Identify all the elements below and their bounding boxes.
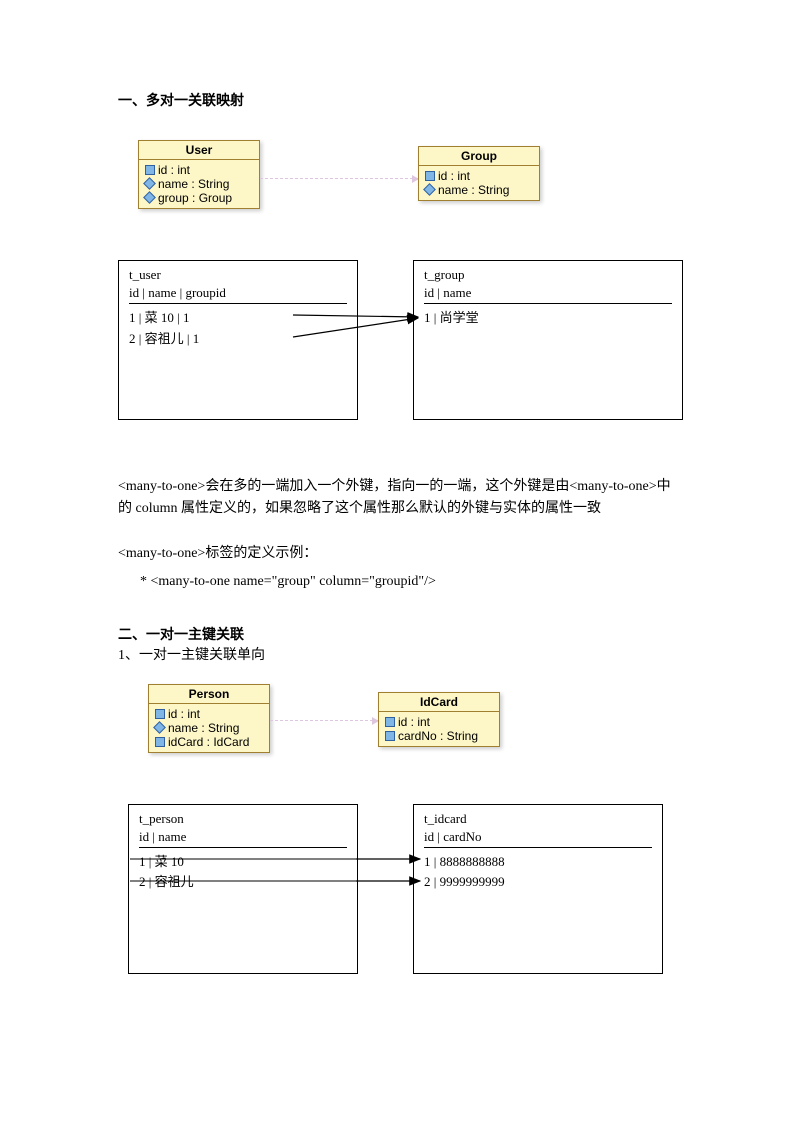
attr-icon <box>145 165 155 175</box>
uml-attr: id : int <box>168 707 200 721</box>
uml-attr: name : String <box>158 177 229 191</box>
uml-attr: name : String <box>438 183 509 197</box>
table-row: 2 | 容祖儿 | 1 <box>129 329 347 350</box>
table-name: t_idcard <box>424 811 652 827</box>
table-t-person: t_person id | name 1 | 菜 10 2 | 容祖儿 <box>128 804 358 974</box>
table-t-user: t_user id | name | groupid 1 | 菜 10 | 1 … <box>118 260 358 420</box>
table-name: t_user <box>129 267 347 283</box>
section1-heading: 一、多对一关联映射 <box>118 90 682 110</box>
uml-attr: id : int <box>398 715 430 729</box>
uml-user: User id : int name : String group : Grou… <box>138 140 260 209</box>
attr-icon <box>143 191 156 204</box>
table-t-idcard: t_idcard id | cardNo 1 | 8888888888 2 | … <box>413 804 663 974</box>
table-row: 2 | 9999999999 <box>424 872 652 893</box>
uml-idcard-title: IdCard <box>379 693 499 712</box>
attr-icon <box>425 171 435 181</box>
uml-arrow-icon <box>260 178 418 179</box>
uml-attr: cardNo : String <box>398 729 478 743</box>
uml-attr: group : Group <box>158 191 232 205</box>
table-name: t_person <box>139 811 347 827</box>
uml-group: Group id : int name : String <box>418 146 540 201</box>
table-header: id | name | groupid <box>129 285 347 304</box>
section2-heading: 二、一对一主键关联 <box>118 624 682 644</box>
attr-icon <box>385 717 395 727</box>
attr-icon <box>155 737 165 747</box>
table-row: 1 | 尚学堂 <box>424 308 672 329</box>
uml-user-title: User <box>139 141 259 160</box>
section2-sub: 1、一对一主键关联单向 <box>118 644 682 664</box>
attr-icon <box>423 183 436 196</box>
attr-icon <box>153 721 166 734</box>
table-t-group: t_group id | name 1 | 尚学堂 <box>413 260 683 420</box>
paragraph: <many-to-one>标签的定义示例： <box>118 543 682 565</box>
uml-attr: id : int <box>158 163 190 177</box>
uml-attr: id : int <box>438 169 470 183</box>
attr-icon <box>143 177 156 190</box>
uml-attr: idCard : IdCard <box>168 735 249 749</box>
table-header: id | name <box>139 829 347 848</box>
uml-attr: name : String <box>168 721 239 735</box>
uml-row-1: User id : int name : String group : Grou… <box>118 140 682 240</box>
attr-icon <box>155 709 165 719</box>
paragraph: <many-to-one>会在多的一端加入一个外键，指向一的一端，这个外键是由<… <box>118 476 682 521</box>
table-row: 1 | 菜 10 <box>139 852 347 873</box>
code-example: * <many-to-one name="group" column="grou… <box>118 571 682 593</box>
table-row: 1 | 8888888888 <box>424 852 652 873</box>
table-name: t_group <box>424 267 672 283</box>
table-row: 2 | 容祖儿 <box>139 872 347 893</box>
uml-row-2: Person id : int name : String idCard : I… <box>118 684 682 784</box>
attr-icon <box>385 731 395 741</box>
uml-arrow-icon <box>270 720 378 721</box>
uml-group-title: Group <box>419 147 539 166</box>
table-header: id | name <box>424 285 672 304</box>
table-row: 1 | 菜 10 | 1 <box>129 308 347 329</box>
table-header: id | cardNo <box>424 829 652 848</box>
uml-person-title: Person <box>149 685 269 704</box>
uml-person: Person id : int name : String idCard : I… <box>148 684 270 753</box>
uml-idcard: IdCard id : int cardNo : String <box>378 692 500 747</box>
db-row-2: t_person id | name 1 | 菜 10 2 | 容祖儿 t_id… <box>118 804 682 984</box>
db-row-1: t_user id | name | groupid 1 | 菜 10 | 1 … <box>118 260 682 430</box>
